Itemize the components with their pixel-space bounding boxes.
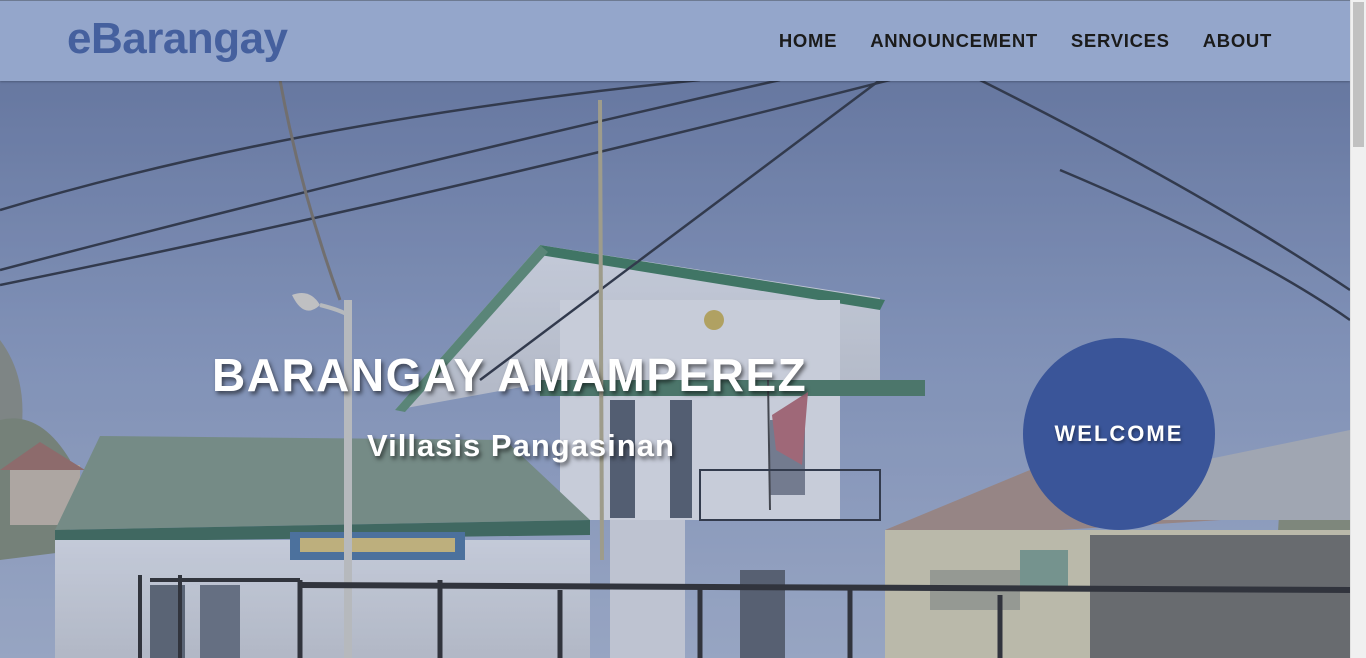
main-nav: HOME ANNOUNCEMENT SERVICES ABOUT bbox=[779, 30, 1272, 52]
nav-home-link[interactable]: HOME bbox=[779, 30, 837, 52]
welcome-circle-button[interactable]: WELCOME bbox=[1023, 338, 1215, 530]
hero-section: BARANGAY AMAMPEREZ Villasis Pangasinan W… bbox=[0, 80, 1350, 658]
nav-announcement-link[interactable]: ANNOUNCEMENT bbox=[870, 30, 1038, 52]
page-viewport: eBarangay HOME ANNOUNCEMENT SERVICES ABO… bbox=[0, 0, 1350, 658]
hero-title: BARANGAY AMAMPEREZ bbox=[212, 349, 808, 401]
hero-subtitle: Villasis Pangasinan bbox=[367, 428, 675, 463]
vertical-scrollbar[interactable] bbox=[1350, 0, 1366, 658]
top-navbar: eBarangay HOME ANNOUNCEMENT SERVICES ABO… bbox=[0, 0, 1350, 81]
scrollbar-thumb[interactable] bbox=[1353, 2, 1364, 147]
nav-services-link[interactable]: SERVICES bbox=[1071, 30, 1170, 52]
brand-logo-text[interactable]: eBarangay bbox=[67, 14, 288, 63]
welcome-label: WELCOME bbox=[1054, 421, 1184, 446]
nav-about-link[interactable]: ABOUT bbox=[1203, 30, 1272, 52]
